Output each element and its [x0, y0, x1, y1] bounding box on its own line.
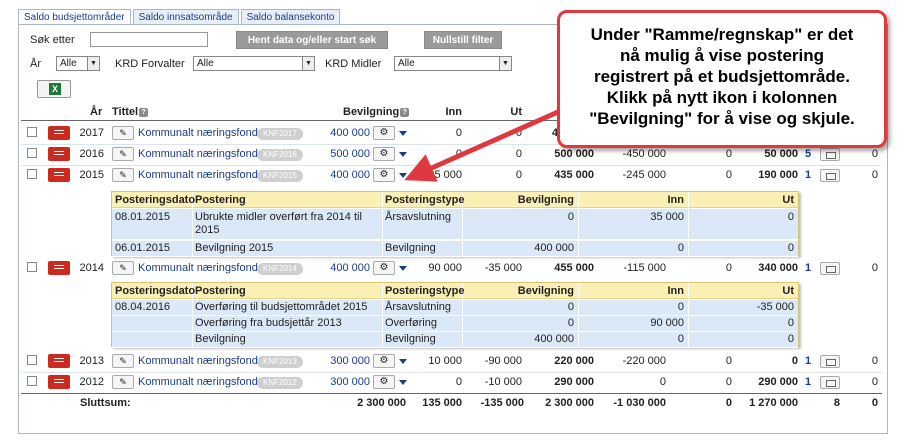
callout-line: nå mulig å vise postering	[619, 46, 825, 65]
callout-line: "Bevilgning" for å vise og skjule.	[589, 109, 855, 128]
callout-line: Under "Ramme/regnskap" er det	[590, 25, 854, 44]
annotation-callout: Under "Ramme/regnskap" er det nå mulig å…	[557, 10, 887, 148]
callout-line: registrert på et budsjettområde.	[593, 67, 850, 86]
callout-line: Klikk på nytt ikon i kolonnen	[606, 88, 838, 107]
